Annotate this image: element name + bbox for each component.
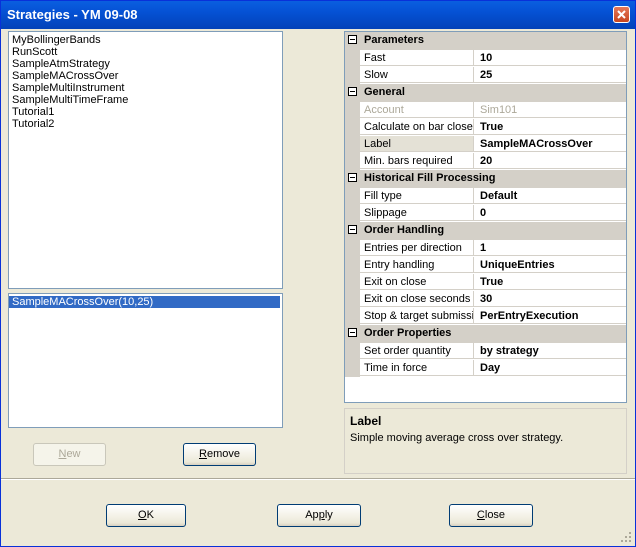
property-row-fast[interactable]: Fast 10: [345, 50, 626, 67]
list-item[interactable]: SampleMACrossOver: [9, 70, 282, 82]
property-row-entries-per-direction[interactable]: Entries per direction 1: [345, 240, 626, 257]
list-item[interactable]: SampleMultiTimeFrame: [9, 94, 282, 106]
property-row-time-in-force[interactable]: Time in force Day: [345, 360, 626, 377]
strategies-dialog: Strategies - YM 09-08 MyBollingerBands R…: [0, 0, 636, 547]
list-item[interactable]: SampleAtmStrategy: [9, 58, 282, 70]
collapse-icon[interactable]: [348, 173, 357, 182]
strategy-instance-list[interactable]: SampleMACrossOver(10,25): [8, 293, 283, 428]
list-item[interactable]: SampleMultiInstrument: [9, 82, 282, 94]
list-item[interactable]: RunScott: [9, 46, 282, 58]
window-close-button[interactable]: [613, 6, 630, 23]
property-row-stop-target-submission[interactable]: Stop & target submissionPerEntryExecutio…: [345, 308, 626, 325]
footer-separator: [1, 478, 635, 480]
property-row-exit-on-close[interactable]: Exit on close True: [345, 274, 626, 291]
property-row-fill-type[interactable]: Fill type Default: [345, 188, 626, 205]
collapse-icon[interactable]: [348, 225, 357, 234]
list-item[interactable]: Tutorial1: [9, 106, 282, 118]
category-general[interactable]: General: [345, 84, 626, 102]
property-row-account[interactable]: Account Sim101: [345, 102, 626, 119]
property-row-slippage[interactable]: Slippage 0: [345, 205, 626, 222]
property-row-min-bars[interactable]: Min. bars required 20: [345, 153, 626, 170]
apply-button[interactable]: Apply: [277, 504, 361, 527]
property-row-calculate-on-bar-close[interactable]: Calculate on bar close True: [345, 119, 626, 136]
collapse-icon[interactable]: [348, 35, 357, 44]
category-order-handling[interactable]: Order Handling: [345, 222, 626, 240]
property-grid[interactable]: Parameters Fast 10 Slow 25 General Account…: [344, 31, 627, 403]
description-title: Label: [350, 414, 382, 428]
ok-button[interactable]: OK: [106, 504, 186, 527]
category-parameters[interactable]: Parameters: [345, 32, 626, 50]
close-button[interactable]: Close: [449, 504, 533, 527]
list-item[interactable]: MyBollingerBands: [9, 34, 282, 46]
property-row-exit-on-close-seconds[interactable]: Exit on close seconds 30: [345, 291, 626, 308]
category-historical-fill[interactable]: Historical Fill Processing: [345, 170, 626, 188]
new-button[interactable]: New: [33, 443, 106, 466]
window-title: Strategies - YM 09-08: [7, 7, 138, 22]
title-bar[interactable]: Strategies - YM 09-08: [1, 1, 635, 29]
list-item[interactable]: Tutorial2: [9, 118, 282, 130]
category-order-properties[interactable]: Order Properties: [345, 325, 626, 343]
remove-button[interactable]: Remove: [183, 443, 256, 466]
property-row-label[interactable]: Label SampleMACrossOver: [345, 136, 626, 153]
collapse-icon[interactable]: [348, 87, 357, 96]
property-row-entry-handling[interactable]: Entry handling UniqueEntries: [345, 257, 626, 274]
property-description-panel: Label Simple moving average cross over s…: [344, 408, 627, 474]
collapse-icon[interactable]: [348, 328, 357, 337]
property-row-slow[interactable]: Slow 25: [345, 67, 626, 84]
strategy-list[interactable]: MyBollingerBands RunScott SampleAtmStrat…: [8, 31, 283, 289]
description-text: Simple moving average cross over strateg…: [350, 432, 564, 444]
resize-grip-icon[interactable]: [621, 532, 632, 543]
list-item-selected[interactable]: SampleMACrossOver(10,25): [9, 296, 280, 308]
property-row-set-order-quantity[interactable]: Set order quantity by strategy: [345, 343, 626, 360]
close-icon: [617, 10, 626, 19]
